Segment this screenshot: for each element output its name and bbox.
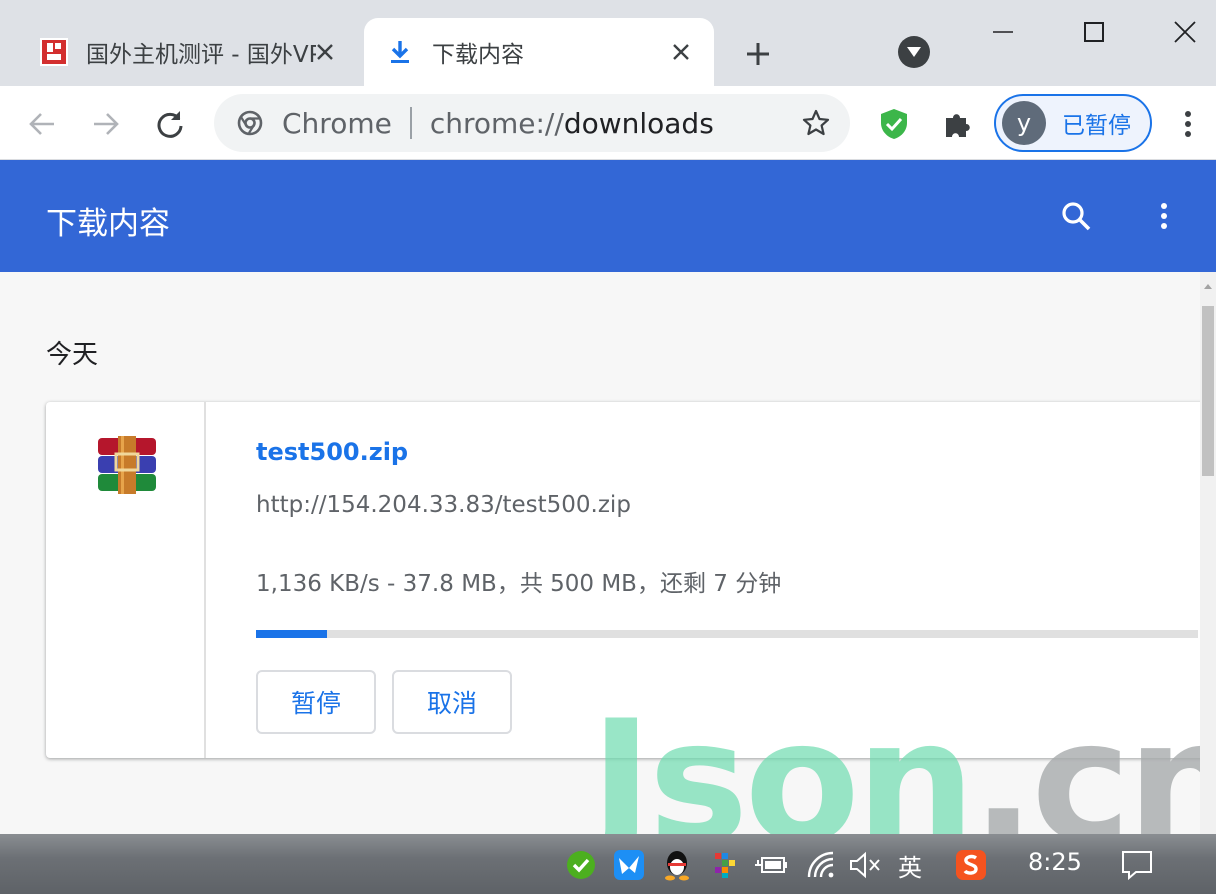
bird-app-tray-icon[interactable] <box>612 848 646 882</box>
windows-taskbar: 英 8:25 <box>0 834 1216 894</box>
tab-host-review[interactable]: 国外主机测评 - 国外VPS <box>18 18 358 86</box>
reload-button[interactable] <box>150 104 190 144</box>
tab-downloads[interactable]: 下载内容 <box>364 18 714 86</box>
date-group-label: 今天 <box>46 340 99 370</box>
scrollbar-thumb[interactable] <box>1202 306 1214 476</box>
downloads-list: 今天 test500.zip http://154.204.33.83/test… <box>0 272 1200 834</box>
shield-extension-icon[interactable] <box>876 106 912 142</box>
close-icon[interactable] <box>310 37 340 67</box>
puzzle-extensions-icon[interactable] <box>940 106 976 142</box>
bookmark-star-icon[interactable] <box>800 107 832 139</box>
cancel-button[interactable]: 取消 <box>392 670 512 734</box>
archive-file-icon <box>94 436 160 494</box>
forward-button[interactable] <box>86 104 126 144</box>
profile-status-label: 已暂停 <box>1062 113 1131 139</box>
clock-time[interactable]: 8:25 <box>1028 848 1082 876</box>
download-status: 1,136 KB/s - 37.8 MB，共 500 MB，还剩 7 分钟 <box>256 571 782 597</box>
action-center-icon[interactable] <box>1120 848 1154 882</box>
pause-button[interactable]: 暂停 <box>256 670 376 734</box>
avatar: y <box>1002 101 1046 145</box>
search-icon[interactable] <box>1054 194 1098 238</box>
download-icon <box>384 36 416 68</box>
watermark: Json.cn <box>590 684 1200 834</box>
maximize-button[interactable] <box>1069 10 1119 54</box>
scroll-up-arrow-icon[interactable] <box>1200 272 1216 300</box>
tab-title: 下载内容 <box>432 42 524 68</box>
back-button[interactable] <box>22 104 62 144</box>
download-progress-bar <box>256 630 1198 638</box>
tab-search-button[interactable] <box>898 36 930 68</box>
close-icon[interactable] <box>666 37 696 67</box>
qq-penguin-tray-icon[interactable] <box>660 848 694 882</box>
page-title: 下载内容 <box>46 206 170 242</box>
file-name-link[interactable]: test500.zip <box>256 438 408 466</box>
page-scrollbar[interactable] <box>1200 272 1216 834</box>
ime-mode-indicator[interactable]: 英 <box>898 848 922 883</box>
chrome-logo-icon <box>236 109 264 137</box>
close-window-button[interactable] <box>1160 10 1210 54</box>
download-progress-fill <box>256 630 328 638</box>
volume-muted-icon[interactable] <box>848 848 882 882</box>
security-check-tray-icon[interactable] <box>564 848 598 882</box>
browser-toolbar: Chrome chrome://downloads y 已暂停 <box>0 86 1216 160</box>
more-vert-icon[interactable] <box>1172 106 1204 142</box>
sogou-ime-icon[interactable] <box>954 848 988 882</box>
file-icon-column <box>46 402 206 758</box>
battery-charging-icon[interactable] <box>754 848 788 882</box>
minimize-button[interactable] <box>978 10 1028 54</box>
tab-strip: 国外主机测评 - 国外VPS 下载内容 <box>0 0 1216 86</box>
profile-button[interactable]: y 已暂停 <box>994 94 1152 152</box>
site-favicon-icon <box>38 36 70 68</box>
url-text: chrome://downloads <box>429 106 714 140</box>
color-grid-tray-icon[interactable] <box>708 848 742 882</box>
omnibox-divider <box>409 107 412 139</box>
new-tab-button[interactable] <box>740 36 776 72</box>
more-vert-icon[interactable] <box>1142 194 1186 238</box>
downloads-header: 下载内容 <box>0 160 1216 272</box>
wifi-icon[interactable] <box>804 848 838 882</box>
file-source-url[interactable]: http://154.204.33.83/test500.zip <box>256 492 631 518</box>
scheme-chip: Chrome <box>282 106 392 140</box>
tab-title: 国外主机测评 - 国外VPS <box>86 42 316 68</box>
address-bar[interactable]: Chrome chrome://downloads <box>214 94 850 152</box>
